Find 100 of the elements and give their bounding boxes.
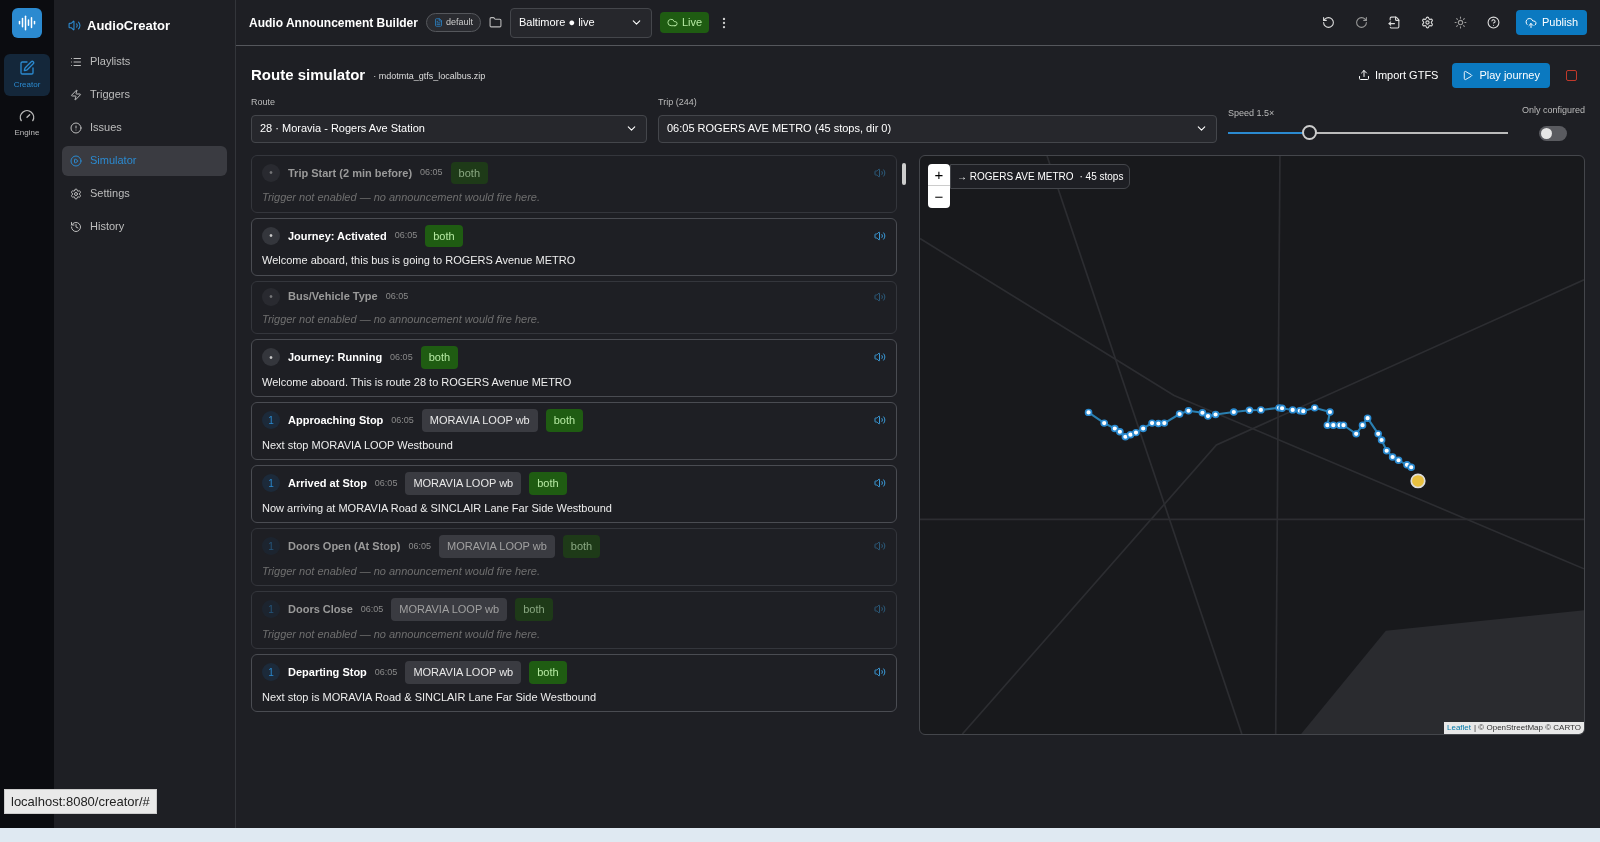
- status-url: localhost:8080/creator/#: [4, 788, 157, 814]
- stop-icon[interactable]: [1566, 69, 1577, 81]
- nav-item[interactable]: Playlists: [62, 46, 227, 77]
- rail-button[interactable]: Creator: [4, 54, 50, 96]
- lightning-icon: [70, 88, 82, 101]
- stop-tag: MORAVIA LOOP wb: [438, 535, 555, 558]
- event-message: Next stop MORAVIA LOOP Westbound: [262, 437, 454, 453]
- event-time: 06:05: [394, 229, 418, 242]
- redo-icon[interactable]: [1354, 16, 1368, 29]
- event-time: 06:05: [385, 289, 409, 303]
- zoom-out-button[interactable]: −: [928, 185, 950, 208]
- play-button[interactable]: Play journey: [1452, 62, 1550, 88]
- event-title: Arrived at Stop: [288, 476, 367, 491]
- step-marker: 1: [262, 411, 280, 430]
- cloud-upload-icon: [1524, 16, 1537, 29]
- event-time: 06:05: [374, 665, 398, 679]
- edit-icon: [19, 59, 35, 76]
- event-title: Journey: Running: [288, 350, 383, 365]
- play-circle-icon: [70, 154, 82, 167]
- stop-count: · 45 stops: [1079, 169, 1124, 184]
- toggle-switch[interactable]: [1539, 125, 1568, 141]
- mode-tag: both: [529, 661, 567, 684]
- mode-tag: both: [545, 409, 584, 432]
- settings-icon[interactable]: [1420, 16, 1434, 29]
- destination-text: → ROGERS AVE METRO: [957, 169, 1074, 184]
- sun-icon[interactable]: [1453, 16, 1467, 29]
- event-title: Bus/Vehicle Type: [288, 289, 378, 305]
- event-title: Approaching Stop: [288, 413, 384, 428]
- map[interactable]: + − → ROGERS AVE METRO · 45 stops Leaflet | © OpenStreetMap © CARTO: [919, 154, 1585, 735]
- project-select[interactable]: Baltimore ● live: [509, 7, 652, 38]
- cloud-icon: [666, 17, 678, 28]
- folder-icon[interactable]: [488, 16, 502, 29]
- document-icon: [433, 18, 443, 27]
- import-button[interactable]: Import GTFS: [1351, 62, 1445, 88]
- event-time: 06:05: [420, 166, 443, 179]
- publish-button[interactable]: Publish: [1515, 10, 1587, 35]
- file-name: · mdotmta_gtfs_localbus.zip: [373, 69, 486, 83]
- event-title: Journey: Activated: [288, 228, 387, 244]
- stop-tag: MORAVIA LOOP wb: [421, 409, 538, 432]
- mode-tag: both: [515, 598, 553, 621]
- event-message: Welcome aboard, this bus is going to ROGERS Avenue METRO: [262, 253, 577, 268]
- step-marker: •: [262, 163, 280, 182]
- only-configured-label: Only configured: [1521, 104, 1585, 117]
- mode-tag: both: [450, 161, 489, 184]
- play-icon: [1462, 69, 1474, 81]
- gauge-icon: [19, 107, 35, 124]
- step-marker: 1: [262, 600, 280, 619]
- help-icon[interactable]: [1486, 16, 1500, 29]
- undo-icon[interactable]: [1321, 16, 1335, 29]
- step-marker: 1: [262, 474, 280, 493]
- speed-slider[interactable]: [1228, 124, 1508, 141]
- mode-tag: both: [425, 224, 463, 247]
- leaflet-link[interactable]: Leaflet: [1447, 721, 1472, 734]
- builder-title: Audio Announcement Builder: [249, 14, 418, 32]
- nav-item[interactable]: Issues: [62, 112, 227, 143]
- event-message: Trigger not enabled — no announcement would fire here.: [262, 563, 542, 579]
- page-title: Route simulator: [251, 64, 366, 85]
- list-icon: [70, 55, 82, 68]
- rail-button[interactable]: Engine: [4, 102, 50, 144]
- nav-item[interactable]: History: [62, 211, 227, 242]
- event-time: 06:05: [390, 350, 413, 364]
- speaker-icon[interactable]: [874, 351, 886, 364]
- trip-select[interactable]: 06:05 ROGERS AVE METRO (45 stops, dir 0): [658, 114, 1217, 143]
- event-message: Welcome aboard. This is route 28 to ROGERS Avenue METRO: [262, 374, 573, 390]
- event-title: Doors Close: [288, 602, 353, 617]
- event-time: 06:05: [408, 539, 431, 553]
- event-message: Next stop is MORAVIA Road & SINCLAIR Lane Far Side Westbound: [262, 689, 598, 705]
- speaker-icon[interactable]: [874, 414, 886, 427]
- speed-label: Speed 1.5×: [1228, 107, 1276, 120]
- event-message: Trigger not enabled — no announcement would fire here.: [262, 190, 542, 205]
- alert-icon: [70, 121, 82, 134]
- step-marker: •: [262, 348, 280, 367]
- mode-tag: both: [562, 535, 601, 558]
- profile-badge: default: [425, 12, 481, 33]
- export-icon[interactable]: [1387, 16, 1401, 29]
- nav-item[interactable]: Settings: [62, 178, 227, 209]
- mode-tag: both: [529, 472, 567, 495]
- live-button[interactable]: Live: [659, 12, 710, 33]
- stop-tag: MORAVIA LOOP wb: [405, 472, 522, 495]
- step-marker: •: [262, 226, 280, 245]
- event-title: Trip Start (2 min before): [288, 165, 413, 181]
- speaker-icon[interactable]: [874, 666, 886, 679]
- history-icon: [70, 220, 82, 233]
- event-time: 06:05: [374, 476, 398, 490]
- event-time: 06:05: [360, 602, 384, 616]
- trip-label: Trip (244): [658, 96, 698, 109]
- settings-icon: [70, 187, 82, 200]
- speaker-icon[interactable]: [874, 229, 886, 242]
- event-message: Trigger not enabled — no announcement would fire here.: [262, 626, 542, 642]
- upload-icon: [1357, 69, 1370, 81]
- step-marker: 1: [262, 537, 280, 556]
- slider-thumb[interactable]: [1302, 125, 1318, 140]
- speaker-icon[interactable]: [874, 477, 886, 490]
- nav-item[interactable]: Triggers: [62, 79, 227, 110]
- step-marker: •: [262, 287, 280, 306]
- app-name: AudioCreator: [87, 17, 171, 35]
- event-title: Departing Stop: [288, 665, 367, 680]
- attribution-text: | © OpenStreetMap © CARTO: [1474, 721, 1581, 734]
- event-title: Doors Open (At Stop): [288, 539, 401, 554]
- route-select[interactable]: 28 · Moravia - Rogers Ave Station: [251, 114, 647, 143]
